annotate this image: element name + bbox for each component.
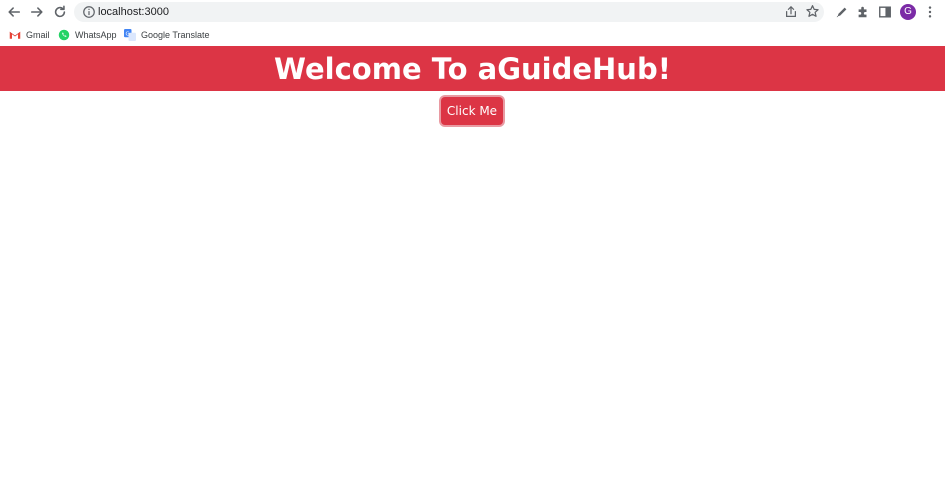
- browser-toolbar: localhost:3000 G: [0, 0, 945, 24]
- extensions-puzzle-icon[interactable]: [855, 4, 871, 20]
- bookmark-label: WhatsApp: [75, 30, 117, 40]
- bookmark-label: Google Translate: [141, 30, 210, 40]
- side-panel-icon[interactable]: [877, 4, 893, 20]
- reload-button[interactable]: [50, 2, 70, 22]
- bookmarks-bar: Gmail WhatsApp G Google Translate: [0, 24, 945, 46]
- menu-kebab-icon[interactable]: [922, 4, 938, 20]
- info-icon[interactable]: [82, 5, 96, 19]
- gmail-icon: [9, 31, 21, 39]
- back-arrow-icon: [8, 7, 21, 17]
- bookmark-gmail[interactable]: Gmail: [9, 28, 50, 42]
- share-icon[interactable]: [784, 5, 798, 19]
- click-me-button[interactable]: Click Me: [441, 97, 503, 125]
- address-bar[interactable]: localhost:3000: [74, 2, 824, 22]
- page-content: Welcome To aGuideHub! Click Me: [0, 46, 945, 480]
- page-title: Welcome To aGuideHub!: [274, 51, 671, 86]
- svg-text:G: G: [126, 31, 130, 37]
- bookmark-whatsapp[interactable]: WhatsApp: [58, 28, 117, 42]
- bookmark-google-translate[interactable]: G Google Translate: [124, 28, 210, 42]
- avatar[interactable]: G: [900, 4, 916, 20]
- back-button[interactable]: [4, 2, 24, 22]
- whatsapp-icon: [58, 29, 70, 41]
- star-icon[interactable]: [805, 4, 820, 19]
- google-translate-icon: G: [124, 29, 136, 41]
- reload-icon: [54, 5, 66, 18]
- url-text[interactable]: localhost:3000: [98, 5, 169, 19]
- hero-banner: Welcome To aGuideHub!: [0, 46, 945, 91]
- forward-button[interactable]: [27, 2, 47, 22]
- pen-icon[interactable]: [834, 4, 850, 20]
- bookmark-label: Gmail: [26, 30, 50, 40]
- forward-arrow-icon: [30, 7, 43, 17]
